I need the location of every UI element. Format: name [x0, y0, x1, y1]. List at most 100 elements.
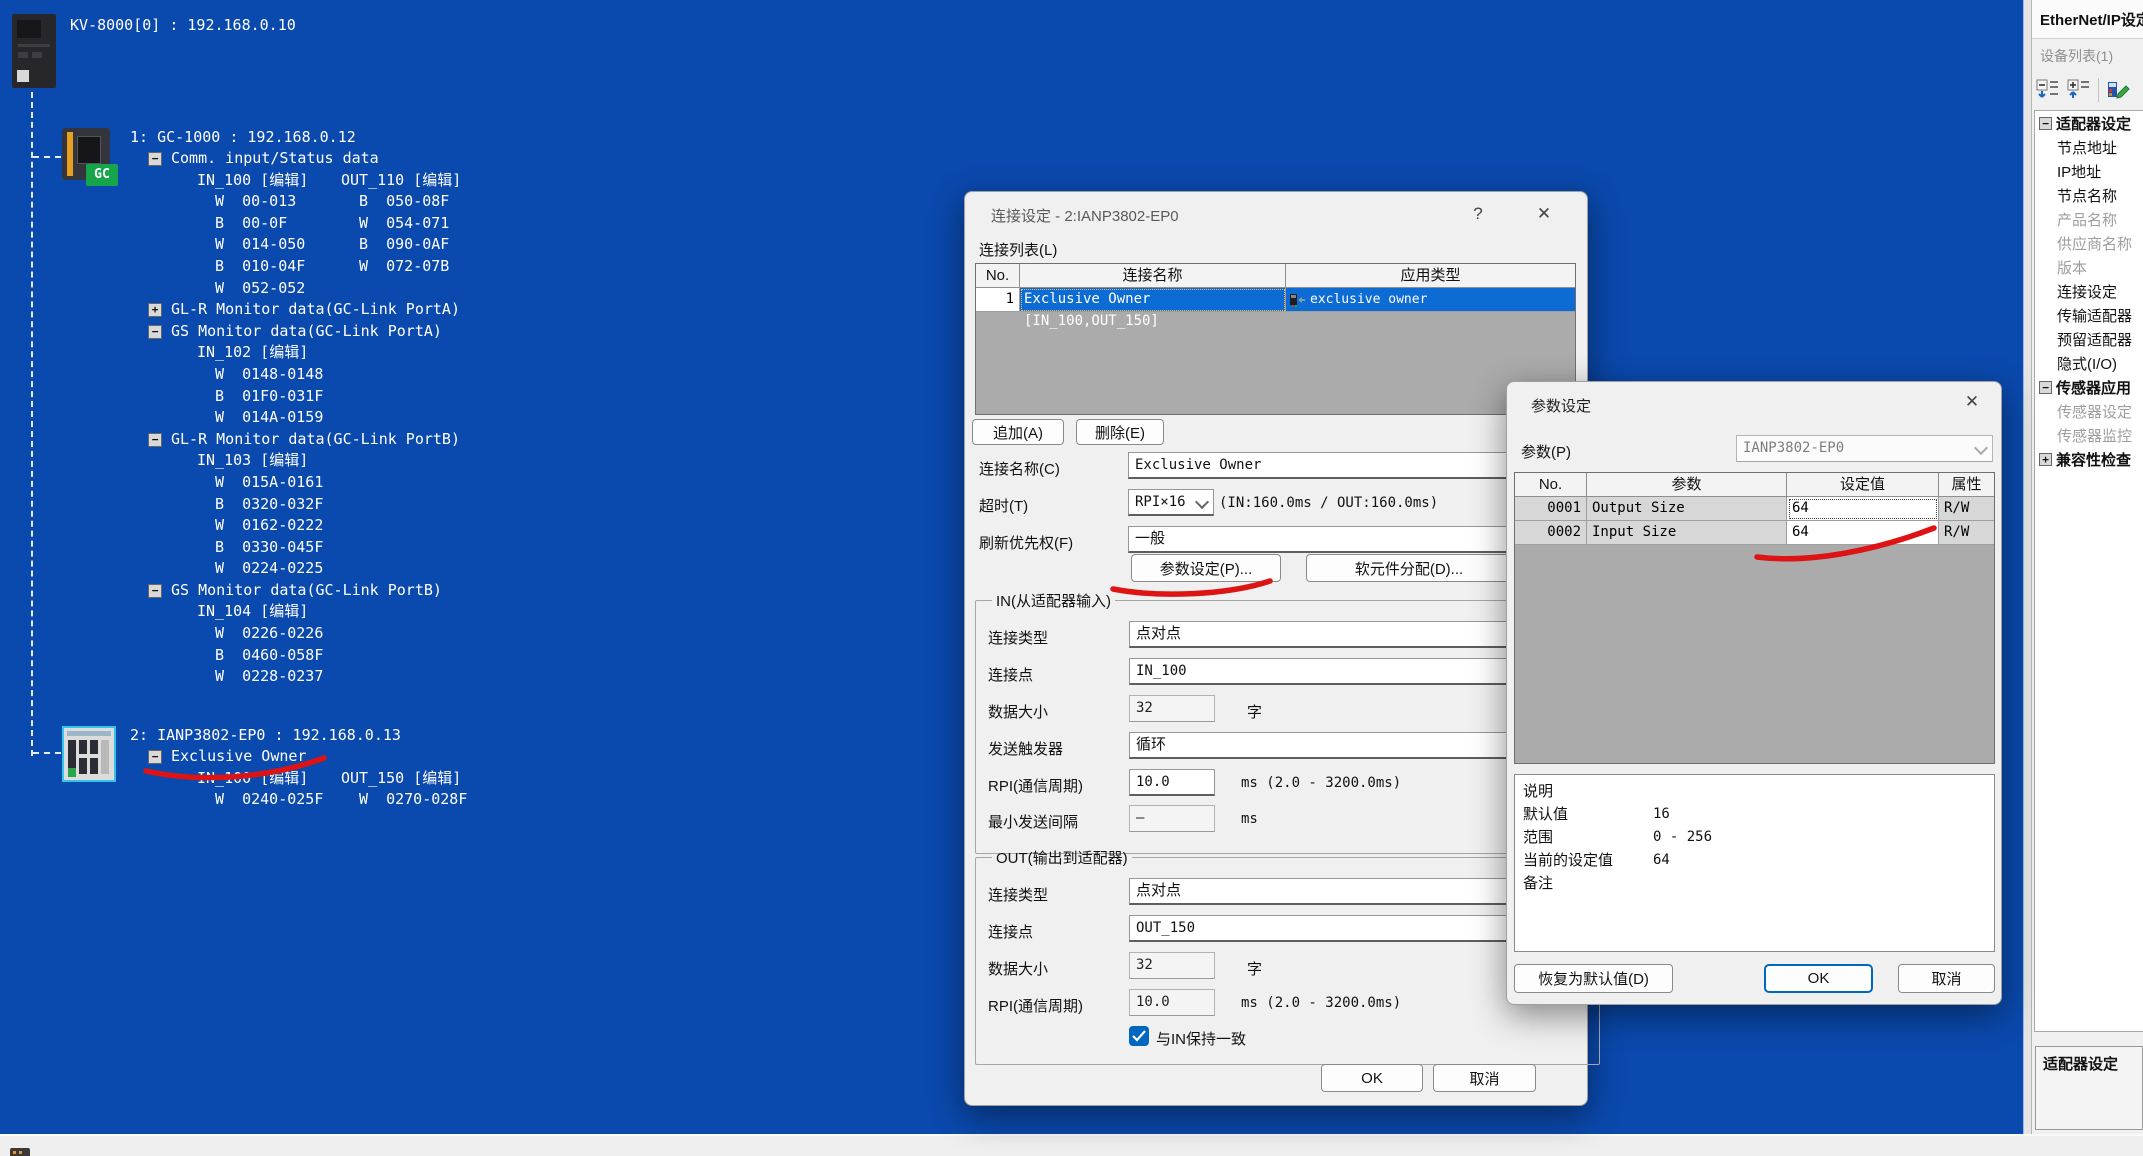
device-list-tab[interactable]: 设备列表(1)	[2040, 46, 2113, 66]
sidebar-item-label: 预留适配器	[2057, 329, 2132, 350]
connection-list-table[interactable]: No. 连接名称 应用类型 1 Exclusive Owner [IN_100,…	[975, 263, 1576, 415]
tree-label[interactable]: GL-R Monitor data(GC-Link PortA)	[171, 299, 460, 321]
minus-expander-icon[interactable]: −	[148, 325, 162, 339]
sidebar-item-节点地址[interactable]: 节点地址	[2035, 135, 2143, 159]
tree-label[interactable]: W 014-050	[215, 234, 359, 256]
tree-label[interactable]: B 050-08F	[359, 191, 449, 213]
close-icon[interactable]: ✕	[1525, 198, 1563, 230]
add-button[interactable]: 追加(A)	[972, 419, 1064, 445]
tree-label[interactable]: W 052-052	[215, 278, 305, 300]
minus-expander-icon[interactable]: −	[2039, 381, 2052, 394]
parameter-table[interactable]: No. 参数 设定值 属性 0001Output Size64R/W0002In…	[1514, 472, 1995, 764]
tree-label[interactable]: GL-R Monitor data(GC-Link PortB)	[171, 429, 460, 451]
timeout-select[interactable]: RPI×16	[1128, 489, 1214, 516]
expand-all-icon[interactable]	[2067, 78, 2091, 102]
parameter-row[interactable]: 0001Output Size64R/W	[1515, 497, 1994, 521]
tree-label[interactable]: Comm. input/Status data	[171, 148, 379, 170]
in-data-size-input[interactable]: 32	[1129, 695, 1215, 722]
sidebar-item-传感器设定[interactable]: 传感器设定	[2035, 399, 2143, 423]
tree-label[interactable]: W 00-013	[215, 191, 359, 213]
out-rpi-input[interactable]: 10.0	[1129, 989, 1215, 1016]
sidebar-item-供应商名称[interactable]: 供应商名称	[2035, 231, 2143, 255]
timeout-note: (IN:160.0ms / OUT:160.0ms)	[1219, 495, 1438, 511]
in-min-interval-input[interactable]: —	[1129, 805, 1215, 832]
ok-button[interactable]: OK	[1321, 1064, 1423, 1092]
plc-node-label[interactable]: KV-8000[0] : 192.168.0.10	[70, 15, 296, 35]
tree-label[interactable]: W 0226-0226	[215, 623, 323, 645]
gc-badge: GC	[86, 164, 118, 186]
param-value-input[interactable]: 64	[1787, 521, 1939, 545]
minus-expander-icon[interactable]: −	[148, 152, 162, 166]
ok-button[interactable]: OK	[1764, 964, 1873, 993]
sidebar-item-预留适配器[interactable]: 预留适配器	[2035, 327, 2143, 351]
gc1000-device-icon[interactable]: GC	[62, 128, 110, 180]
tree-label[interactable]: W 0148-0148	[215, 364, 323, 386]
sidebar-item-版本[interactable]: 版本	[2035, 255, 2143, 279]
sidebar-item-传输适配器[interactable]: 传输适配器	[2035, 303, 2143, 327]
sidebar-item-兼容性检查[interactable]: +兼容性检查	[2035, 447, 2143, 471]
sidebar-item-IP地址[interactable]: IP地址	[2035, 159, 2143, 183]
in-rpi-input[interactable]: 10.0	[1129, 769, 1215, 796]
tree-label[interactable]: OUT_150 [编辑]	[341, 768, 461, 790]
info-value: 16	[1653, 803, 1670, 826]
keep-same-as-in-checkbox[interactable]	[1129, 1026, 1149, 1046]
tree-label[interactable]: W 0228-0237	[215, 666, 323, 688]
gc-node-title[interactable]: 1: GC-1000 : 192.168.0.12	[130, 126, 461, 148]
cancel-button[interactable]: 取消	[1898, 964, 1995, 993]
tree-label[interactable]: B 010-04F	[215, 256, 359, 278]
tree-label[interactable]: W 054-071	[359, 213, 449, 235]
sidebar-item-节点名称[interactable]: 节点名称	[2035, 183, 2143, 207]
out-data-size-input[interactable]: 32	[1129, 952, 1215, 979]
sidebar-item-传感器应用[interactable]: −传感器应用	[2035, 375, 2143, 399]
ianp-node-title[interactable]: 2: IANP3802-EP0 : 192.168.0.13	[130, 724, 467, 746]
restore-default-button[interactable]: 恢复为默认值(D)	[1514, 964, 1673, 993]
tree-label[interactable]: B 090-0AF	[359, 234, 449, 256]
plus-expander-icon[interactable]: +	[2039, 453, 2052, 466]
help-button[interactable]: ?	[1459, 198, 1497, 230]
parameter-device-select[interactable]: IANP3802-EP0	[1736, 435, 1993, 462]
tree-label[interactable]: B 0320-032F	[215, 494, 323, 516]
cancel-button[interactable]: 取消	[1433, 1064, 1536, 1092]
device-assignment-button[interactable]: 软元件分配(D)...	[1306, 554, 1512, 582]
tree-label[interactable]: W 0162-0222	[215, 515, 323, 537]
tree-label[interactable]: IN_103 [编辑]	[197, 450, 308, 472]
tree-label[interactable]: B 00-0F	[215, 213, 359, 235]
minus-expander-icon[interactable]: −	[2039, 117, 2052, 130]
minus-expander-icon[interactable]: −	[148, 584, 162, 598]
minus-expander-icon[interactable]: −	[148, 750, 162, 764]
delete-button[interactable]: 删除(E)	[1076, 419, 1164, 445]
tree-label[interactable]: W 014A-0159	[215, 407, 323, 429]
parameter-row[interactable]: 0002Input Size64R/W	[1515, 521, 1994, 545]
close-icon[interactable]: ✕	[1953, 386, 1991, 418]
sidebar-item-连接设定[interactable]: 连接设定	[2035, 279, 2143, 303]
tree-label[interactable]: W 072-07B	[359, 256, 449, 278]
table-row[interactable]: 1 Exclusive Owner [IN_100,OUT_150] exclu…	[976, 288, 1575, 312]
tree-label[interactable]: W 0224-0225	[215, 558, 323, 580]
tree-label[interactable]: GS Monitor data(GC-Link PortA)	[171, 321, 442, 343]
tree-label[interactable]: W 015A-0161	[215, 472, 323, 494]
tree-label[interactable]: W 0270-028F	[359, 789, 467, 811]
tree-label[interactable]: B 0330-045F	[215, 537, 323, 559]
tree-label[interactable]: W 0240-025F	[215, 789, 359, 811]
sidebar-item-产品名称[interactable]: 产品名称	[2035, 207, 2143, 231]
kv8000-plc-icon[interactable]	[12, 14, 56, 88]
tree-label[interactable]: IN_104 [编辑]	[197, 601, 308, 623]
tree-label[interactable]: Exclusive Owner	[171, 746, 306, 768]
tree-label[interactable]: B 01F0-031F	[215, 386, 323, 408]
tree-label[interactable]: IN_102 [编辑]	[197, 342, 308, 364]
collapse-all-icon[interactable]	[2036, 78, 2060, 102]
tree-label[interactable]: GS Monitor data(GC-Link PortB)	[171, 580, 442, 602]
tree-label[interactable]: IN_100 [编辑]	[197, 768, 341, 790]
minus-expander-icon[interactable]: −	[148, 433, 162, 447]
ianp3802-device-icon[interactable]	[62, 726, 116, 782]
tree-label[interactable]: OUT_110 [编辑]	[341, 170, 461, 192]
parameter-settings-button[interactable]: 参数设定(P)...	[1131, 554, 1281, 582]
tree-label[interactable]: IN_100 [编辑]	[197, 170, 341, 192]
sidebar-item-适配器设定[interactable]: −适配器设定	[2035, 111, 2143, 135]
param-value-input[interactable]: 64	[1787, 497, 1939, 521]
plus-expander-icon[interactable]: +	[148, 303, 162, 317]
edit-device-icon[interactable]	[2106, 78, 2130, 102]
tree-label[interactable]: B 0460-058F	[215, 645, 323, 667]
sidebar-item-隐式(I/O)[interactable]: 隐式(I/O)	[2035, 351, 2143, 375]
sidebar-item-传感器监控[interactable]: 传感器监控	[2035, 423, 2143, 447]
